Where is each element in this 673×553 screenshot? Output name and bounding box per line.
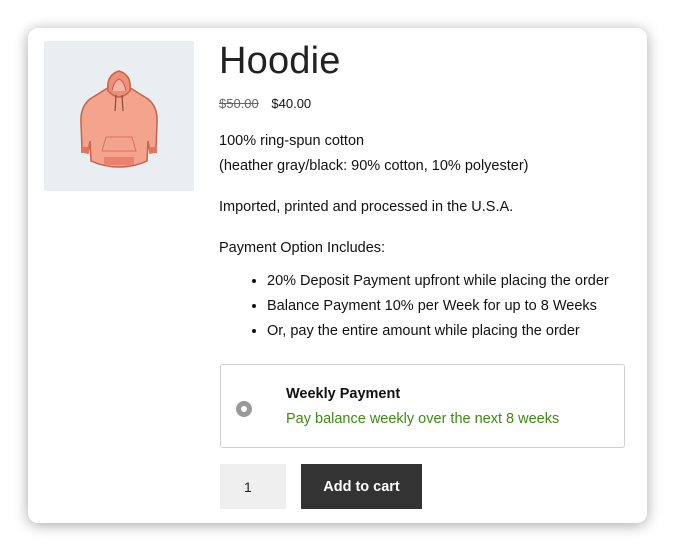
product-description: 100% ring-spun cotton (heather gray/blac…	[219, 129, 639, 344]
product-price: $50.00 $40.00	[219, 96, 639, 111]
weekly-payment-option[interactable]: Weekly Payment Pay balance weekly over t…	[220, 364, 625, 448]
description-line: 100% ring-spun cotton	[219, 133, 365, 149]
description-line: (heather gray/black: 90% cotton, 10% pol…	[219, 158, 529, 174]
product-info: Hoodie $50.00 $40.00 100% ring-spun cott…	[219, 38, 639, 344]
weekly-payment-subtitle: Pay balance weekly over the next 8 weeks	[286, 411, 560, 427]
add-to-cart-button[interactable]: Add to cart	[301, 464, 422, 509]
hoodie-icon	[80, 70, 158, 168]
sale-price: $40.00	[271, 96, 312, 111]
payment-option-list: 20% Deposit Payment upfront while placin…	[219, 269, 639, 344]
product-card: Hoodie $50.00 $40.00 100% ring-spun cott…	[28, 28, 647, 523]
weekly-payment-title: Weekly Payment	[286, 386, 401, 402]
quantity-input[interactable]	[220, 464, 286, 509]
payment-option-item: Balance Payment 10% per Week for up to 8…	[267, 294, 639, 319]
payment-option-item: Or, pay the entire amount while placing …	[267, 319, 639, 344]
description-line: Imported, printed and processed in the U…	[219, 199, 514, 215]
product-image[interactable]	[44, 41, 194, 191]
payment-heading: Payment Option Includes:	[219, 240, 386, 256]
payment-option-item: 20% Deposit Payment upfront while placin…	[267, 269, 639, 294]
product-title: Hoodie	[219, 40, 341, 82]
original-price: $50.00	[219, 96, 259, 111]
weekly-payment-radio[interactable]	[236, 401, 252, 417]
